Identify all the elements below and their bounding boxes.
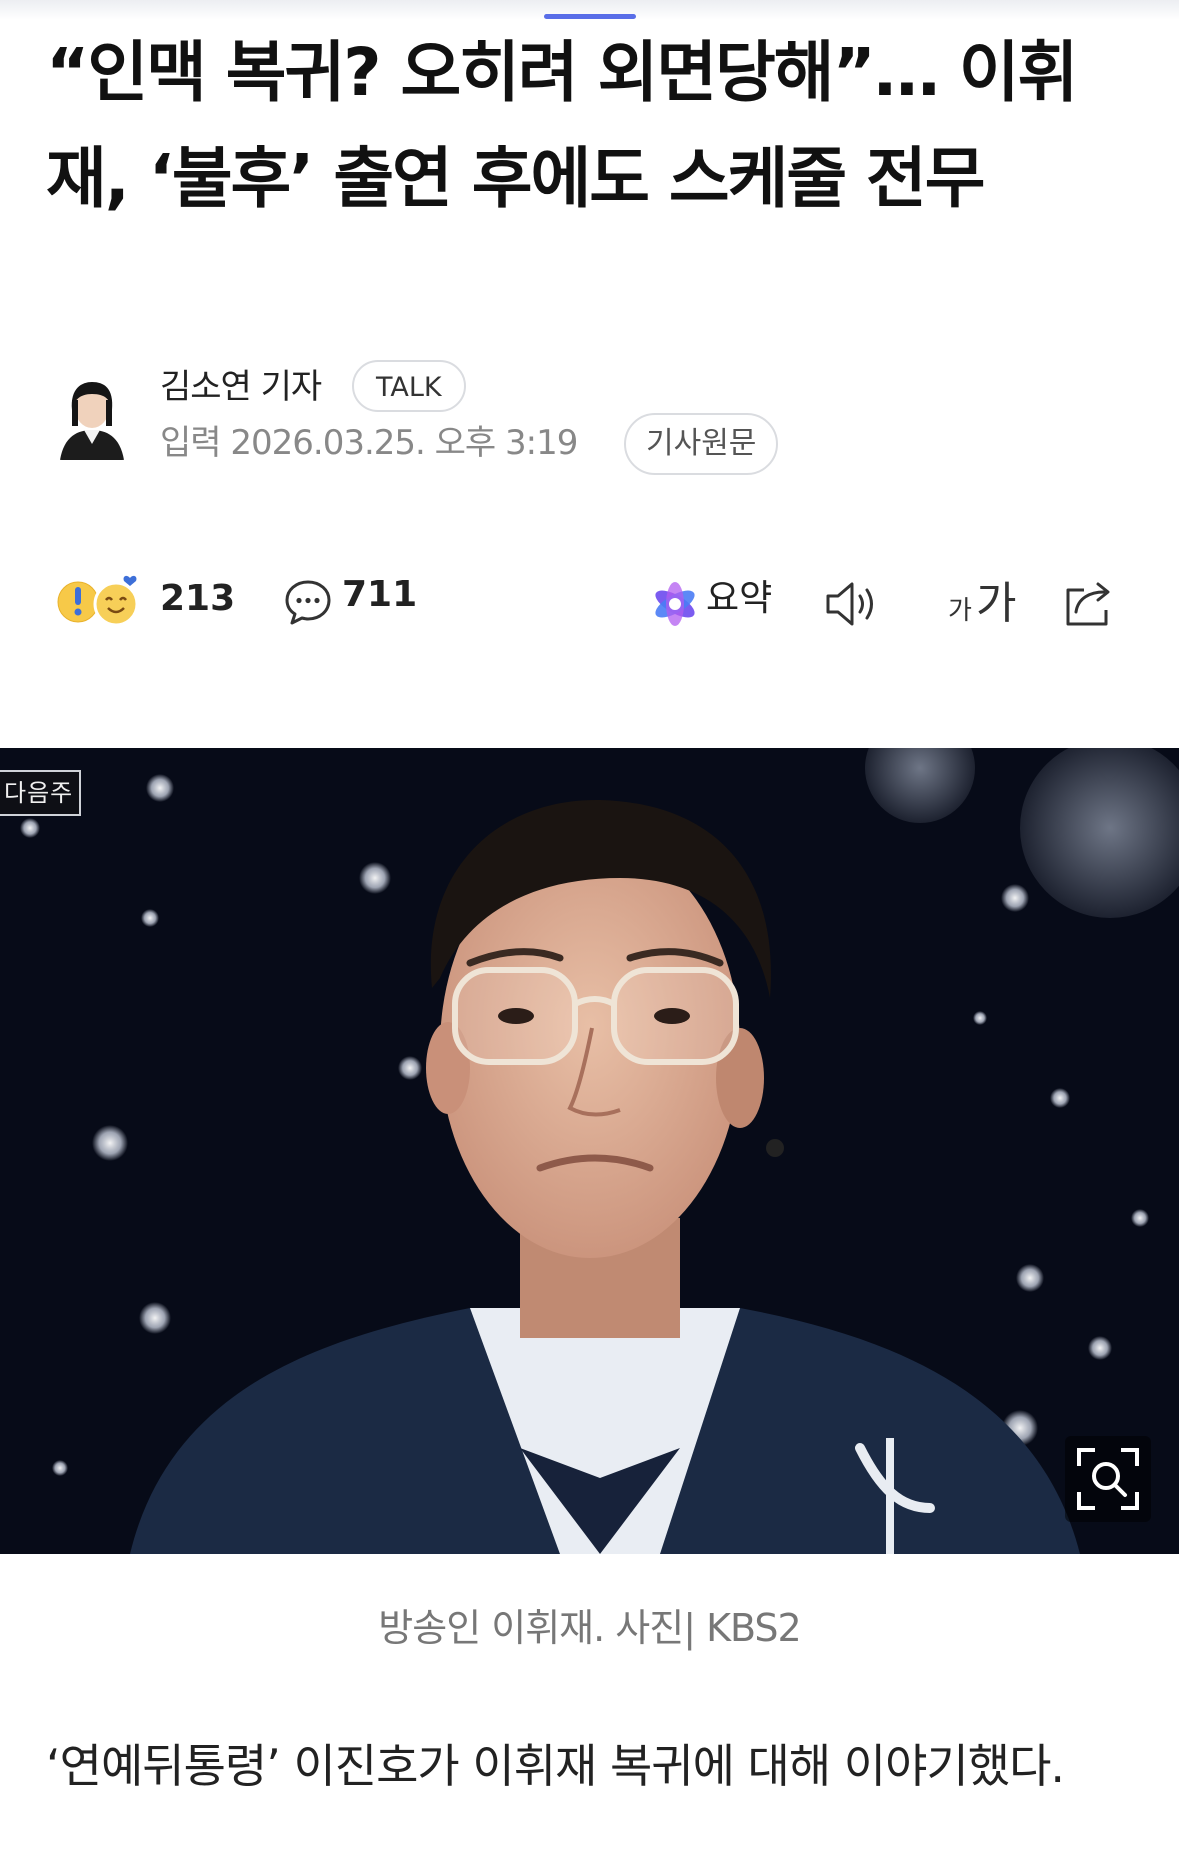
comment-icon[interactable] xyxy=(282,576,334,628)
speaker-icon[interactable] xyxy=(822,578,882,630)
zoom-icon xyxy=(1077,1448,1139,1510)
font-size-large-label: 가 xyxy=(976,578,1017,629)
author-avatar[interactable] xyxy=(54,370,130,460)
summary-button[interactable]: 요약 xyxy=(706,574,772,624)
talk-button[interactable]: TALK xyxy=(352,360,466,412)
share-icon[interactable] xyxy=(1062,576,1118,630)
photo-caption: 방송인 이휘재. 사진| KBS2 xyxy=(378,1606,801,1650)
zoom-button[interactable] xyxy=(1065,1436,1151,1522)
article-body: ‘연예뒤통령’ 이진호가 이휘재 복귀에 대해 이야기했다. xyxy=(46,1739,1065,1793)
published-date: 입력 2026.03.25. 오후 3:19 xyxy=(160,423,578,463)
reaction-count: 213 xyxy=(160,578,236,619)
article-headline: “인맥 복귀? 오히려 외면당해”… 이휘재, ‘불후’ 출연 후에도 스케줄 … xyxy=(46,34,1078,217)
reaction-icon xyxy=(57,575,139,627)
byline: 김소연 기자 TALK 입력 2026.03.25. 오후 3:19 기사원문 xyxy=(46,360,1146,490)
article-photo[interactable]: 다음주 xyxy=(0,748,1179,1554)
font-size-small-label: 가 xyxy=(948,596,972,626)
tab-indicator xyxy=(544,14,636,19)
next-week-badge: 다음주 xyxy=(0,770,82,816)
article-toolbar: 213 711 요약 가 가 xyxy=(46,562,1136,642)
comment-count[interactable]: 711 xyxy=(342,570,417,620)
author-name[interactable]: 김소연 기자 xyxy=(160,362,322,412)
original-article-button[interactable]: 기사원문 xyxy=(624,413,779,475)
photo-illustration xyxy=(0,748,1179,1554)
ai-summary-icon[interactable] xyxy=(650,580,700,628)
reaction-button[interactable] xyxy=(56,572,146,632)
